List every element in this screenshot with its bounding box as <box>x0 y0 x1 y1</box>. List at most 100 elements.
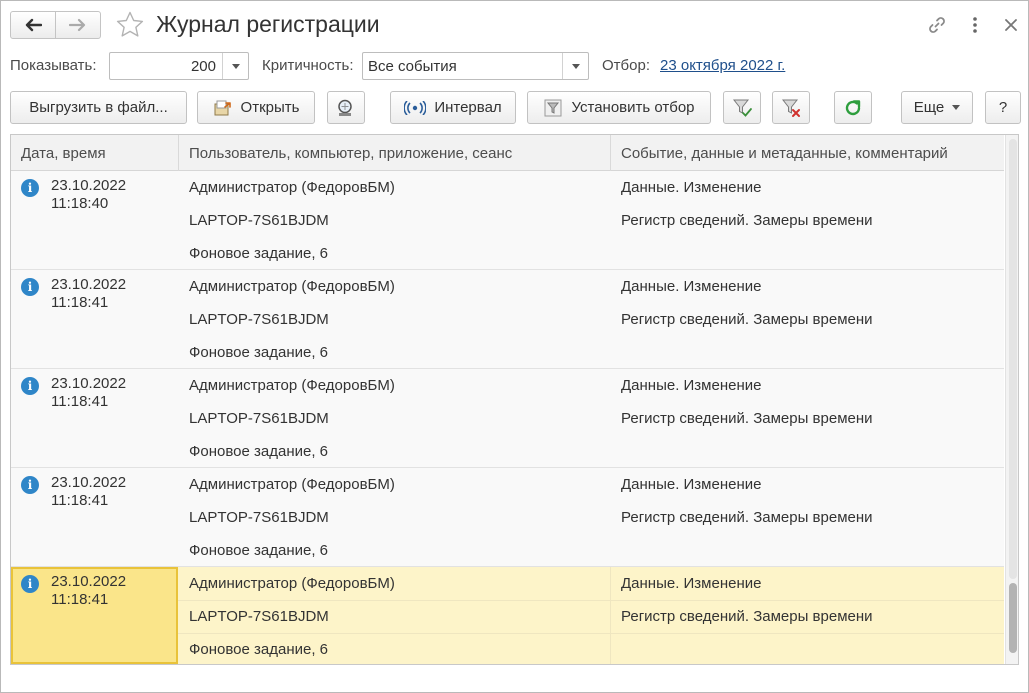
find-button[interactable] <box>327 91 365 124</box>
help-button-label: ? <box>998 99 1008 116</box>
search-icon <box>338 99 352 116</box>
row-metadata: Регистр сведений. Замеры времени <box>621 509 873 526</box>
level-label: Критичность: <box>262 57 354 74</box>
filter-clear-icon <box>781 99 800 117</box>
refresh-button[interactable] <box>834 91 872 124</box>
row-computer: LAPTOP-7S61BJDM <box>189 608 329 625</box>
level-field[interactable]: Все события <box>362 52 589 80</box>
event-log-window: Журнал регистрации Показывать: 200 Крити… <box>0 0 1029 693</box>
row-time: 11:18:41 <box>51 591 109 608</box>
row-time: 11:18:41 <box>51 294 109 311</box>
show-count-field[interactable]: 200 <box>109 52 249 80</box>
row-metadata: Регистр сведений. Замеры времени <box>621 410 873 427</box>
show-count-dropdown[interactable] <box>222 53 248 79</box>
favorite-button[interactable] <box>115 10 145 40</box>
row-application: Фоновое задание, 6 <box>189 245 329 262</box>
row-metadata: Регистр сведений. Замеры времени <box>621 608 873 625</box>
chevron-down-icon <box>952 105 961 110</box>
info-icon: i <box>21 476 39 494</box>
more-menu-label: Еще <box>913 99 945 116</box>
row-event: Данные. Изменение <box>621 179 762 196</box>
row-date: 23.10.2022 <box>51 474 127 491</box>
arrow-right-icon <box>69 18 86 32</box>
title-bar: Журнал регистрации <box>1 1 1028 49</box>
help-button[interactable]: ? <box>985 91 1021 124</box>
level-dropdown[interactable] <box>562 53 588 79</box>
row-user: Администратор (ФедоровБМ) <box>189 278 395 295</box>
table-row[interactable]: i 23.10.2022 11:18:40 Администратор (Фед… <box>11 171 1004 270</box>
export-button[interactable]: Выгрузить в файл... <box>10 91 187 124</box>
window-title: Журнал регистрации <box>156 11 380 37</box>
link-icon <box>929 17 945 33</box>
row-date: 23.10.2022 <box>51 375 127 392</box>
chevron-down-icon <box>571 63 580 69</box>
column-header-user[interactable]: Пользователь, компьютер, приложение, сеа… <box>179 135 609 171</box>
row-date: 23.10.2022 <box>51 177 127 194</box>
refresh-icon <box>845 99 861 115</box>
show-count-label: Показывать: <box>10 57 97 74</box>
row-time: 11:18:41 <box>51 393 109 410</box>
info-icon: i <box>21 377 39 395</box>
more-actions-button[interactable] <box>963 13 987 37</box>
row-event: Данные. Изменение <box>621 476 762 493</box>
open-button[interactable]: Открыть <box>197 91 315 124</box>
arrow-left-icon <box>25 18 42 32</box>
row-application: Фоновое задание, 6 <box>189 443 329 460</box>
export-button-label: Выгрузить в файл... <box>29 99 168 116</box>
info-icon: i <box>21 575 39 593</box>
row-date: 23.10.2022 <box>51 573 127 590</box>
open-button-label: Открыть <box>240 99 300 116</box>
interval-button-label: Интервал <box>434 99 502 116</box>
close-icon <box>1005 19 1017 31</box>
selection-label: Отбор: <box>602 57 650 74</box>
filter-check-icon <box>732 99 752 117</box>
table-header: Дата, время Пользователь, компьютер, при… <box>11 135 1004 171</box>
row-user: Администратор (ФедоровБМ) <box>189 476 395 493</box>
link-button[interactable] <box>925 13 949 37</box>
row-event: Данные. Изменение <box>621 278 762 295</box>
filter-by-value-button[interactable] <box>723 91 761 124</box>
row-event: Данные. Изменение <box>621 575 762 592</box>
row-date: 23.10.2022 <box>51 276 127 293</box>
forward-button[interactable] <box>55 11 101 39</box>
table-row[interactable]: i 23.10.2022 11:18:41 Администратор (Фед… <box>11 468 1004 567</box>
kebab-icon <box>973 17 977 33</box>
set-filter-button[interactable]: Установить отбор <box>527 91 711 124</box>
clear-filter-button[interactable] <box>772 91 810 124</box>
row-user: Администратор (ФедоровБМ) <box>189 179 395 196</box>
star-icon <box>116 11 144 37</box>
row-application: Фоновое задание, 6 <box>189 344 329 361</box>
column-header-datetime[interactable]: Дата, время <box>11 135 177 171</box>
scroll-track[interactable] <box>1009 139 1017 579</box>
row-computer: LAPTOP-7S61BJDM <box>189 410 329 427</box>
table-row[interactable]: i 23.10.2022 11:18:41 Администратор (Фед… <box>11 369 1004 468</box>
row-application: Фоновое задание, 6 <box>189 641 329 658</box>
column-header-event[interactable]: Событие, данные и метаданные, комментари… <box>611 135 1004 171</box>
interval-button[interactable]: Интервал <box>390 91 516 124</box>
close-button[interactable] <box>999 13 1023 37</box>
row-application: Фоновое задание, 6 <box>189 542 329 559</box>
row-time: 11:18:40 <box>51 195 109 212</box>
row-computer: LAPTOP-7S61BJDM <box>189 212 329 229</box>
set-filter-button-label: Установить отбор <box>571 99 695 116</box>
row-metadata: Регистр сведений. Замеры времени <box>621 212 873 229</box>
show-count-value: 200 <box>190 58 216 75</box>
row-metadata: Регистр сведений. Замеры времени <box>621 311 873 328</box>
info-icon: i <box>21 179 39 197</box>
back-button[interactable] <box>10 11 56 39</box>
selection-link[interactable]: 23 октября 2022 г. <box>660 57 785 74</box>
scroll-thumb[interactable] <box>1009 583 1017 653</box>
toolbar: Выгрузить в файл... Открыть Интервал Уст… <box>1 91 1028 125</box>
filter-row: Показывать: 200 Критичность: Все события… <box>1 52 1028 80</box>
table-row[interactable]: i 23.10.2022 11:18:41 Администратор (Фед… <box>11 270 1004 369</box>
row-time: 11:18:41 <box>51 492 109 509</box>
more-menu-button[interactable]: Еще <box>901 91 973 124</box>
filter-settings-icon <box>544 99 562 116</box>
row-event: Данные. Изменение <box>621 377 762 394</box>
open-icon <box>213 99 233 117</box>
event-log-table[interactable]: Дата, время Пользователь, компьютер, при… <box>10 134 1019 665</box>
level-value: Все события <box>368 58 457 75</box>
row-computer: LAPTOP-7S61BJDM <box>189 509 329 526</box>
table-row-selected[interactable]: i 23.10.2022 11:18:41 Администратор (Фед… <box>11 567 1004 664</box>
vertical-scrollbar[interactable] <box>1005 135 1018 664</box>
